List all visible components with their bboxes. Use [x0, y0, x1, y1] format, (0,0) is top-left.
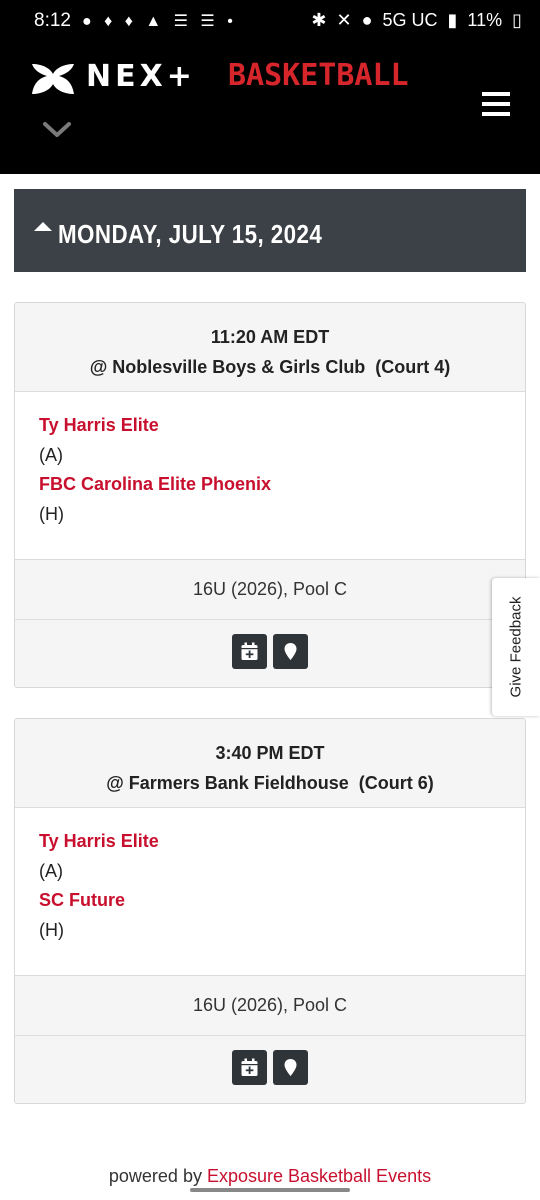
home-team-link[interactable]: SC Future	[39, 886, 525, 916]
game-teams: Ty Harris Elite (A) FBC Carolina Elite P…	[15, 392, 525, 560]
battery-label: 11%	[467, 10, 503, 30]
away-side-label: (A)	[39, 860, 63, 881]
map-marker-icon	[284, 1059, 297, 1076]
calendar-add-icon	[241, 642, 258, 660]
mute-icon: ✕	[336, 10, 352, 30]
chevron-down-icon[interactable]	[42, 118, 72, 142]
division-label: 16U (2026), Pool C	[15, 976, 525, 1036]
menu-bar	[482, 92, 510, 96]
date-header[interactable]: MONDAY, JULY 15, 2024	[14, 189, 526, 272]
home-team-link[interactable]: FBC Carolina Elite Phoenix	[39, 470, 525, 500]
game-time: 11:20 AM EDT	[210, 327, 330, 347]
powered-by-text: powered by	[108, 1166, 202, 1186]
notification-icons: ● ♦ ♦ ▲ ☰ ☰ •	[82, 13, 237, 30]
game-actions	[15, 620, 525, 687]
game-header: 11:20 AM EDT @ Noblesville Boys & Girls …	[15, 303, 525, 392]
bluetooth-icon: ✱	[311, 10, 327, 30]
network-label: 5G UC	[382, 10, 438, 30]
location-icon: ●	[361, 10, 373, 30]
status-time: 8:12	[34, 10, 71, 31]
menu-bar	[482, 112, 510, 116]
status-bar: 8:12 ● ♦ ♦ ▲ ☰ ☰ • ✱ ✕ ● 5G UC ▮ 11% ▯	[0, 0, 540, 42]
calendar-add-icon	[241, 1058, 258, 1076]
menu-bar	[482, 102, 510, 106]
signal-icon: ▮	[447, 10, 458, 30]
status-right: ✱ ✕ ● 5G UC ▮ 11% ▯	[311, 10, 522, 31]
map-marker-icon	[284, 643, 297, 660]
date-title: MONDAY, JULY 15, 2024	[58, 219, 323, 249]
basketball-wordmark: BASKETBALL	[228, 58, 409, 93]
game-card: 3:40 PM EDT @ Farmers Bank Fieldhouse (C…	[14, 718, 526, 1104]
game-teams: Ty Harris Elite (A) SC Future (H)	[15, 808, 525, 976]
feedback-label: Give Feedback	[507, 596, 525, 698]
home-side-label: (H)	[39, 503, 64, 524]
map-location-button[interactable]	[273, 634, 309, 669]
away-team-link[interactable]: Ty Harris Elite	[39, 827, 525, 857]
caret-up-icon	[34, 222, 52, 231]
game-actions	[15, 1036, 525, 1103]
game-header: 3:40 PM EDT @ Farmers Bank Fieldhouse (C…	[15, 719, 525, 808]
footer-powered-by: powered by Exposure Basketball Events	[0, 1166, 540, 1187]
give-feedback-tab[interactable]: Give Feedback	[492, 578, 540, 716]
away-side-label: (A)	[39, 444, 63, 465]
battery-icon: ▯	[512, 10, 522, 30]
exposure-events-link[interactable]: Exposure Basketball Events	[207, 1166, 431, 1186]
nex-wordmark: NEX+	[86, 59, 196, 94]
hamburger-menu-icon[interactable]	[482, 92, 510, 118]
add-to-calendar-button[interactable]	[231, 634, 267, 669]
game-card: 11:20 AM EDT @ Noblesville Boys & Girls …	[14, 302, 526, 688]
game-time: 3:40 PM EDT	[215, 743, 325, 763]
add-to-calendar-button[interactable]	[231, 1050, 267, 1085]
gesture-nav-bar[interactable]	[190, 1188, 350, 1192]
division-label: 16U (2026), Pool C	[15, 560, 525, 620]
game-location[interactable]: @ Noblesville Boys & Girls Club (Court 4…	[15, 352, 525, 382]
map-location-button[interactable]	[273, 1050, 309, 1085]
away-team-link[interactable]: Ty Harris Elite	[39, 411, 525, 441]
under-armour-logo-icon[interactable]	[28, 62, 78, 96]
game-location[interactable]: @ Farmers Bank Fieldhouse (Court 6)	[15, 768, 525, 798]
home-side-label: (H)	[39, 919, 64, 940]
